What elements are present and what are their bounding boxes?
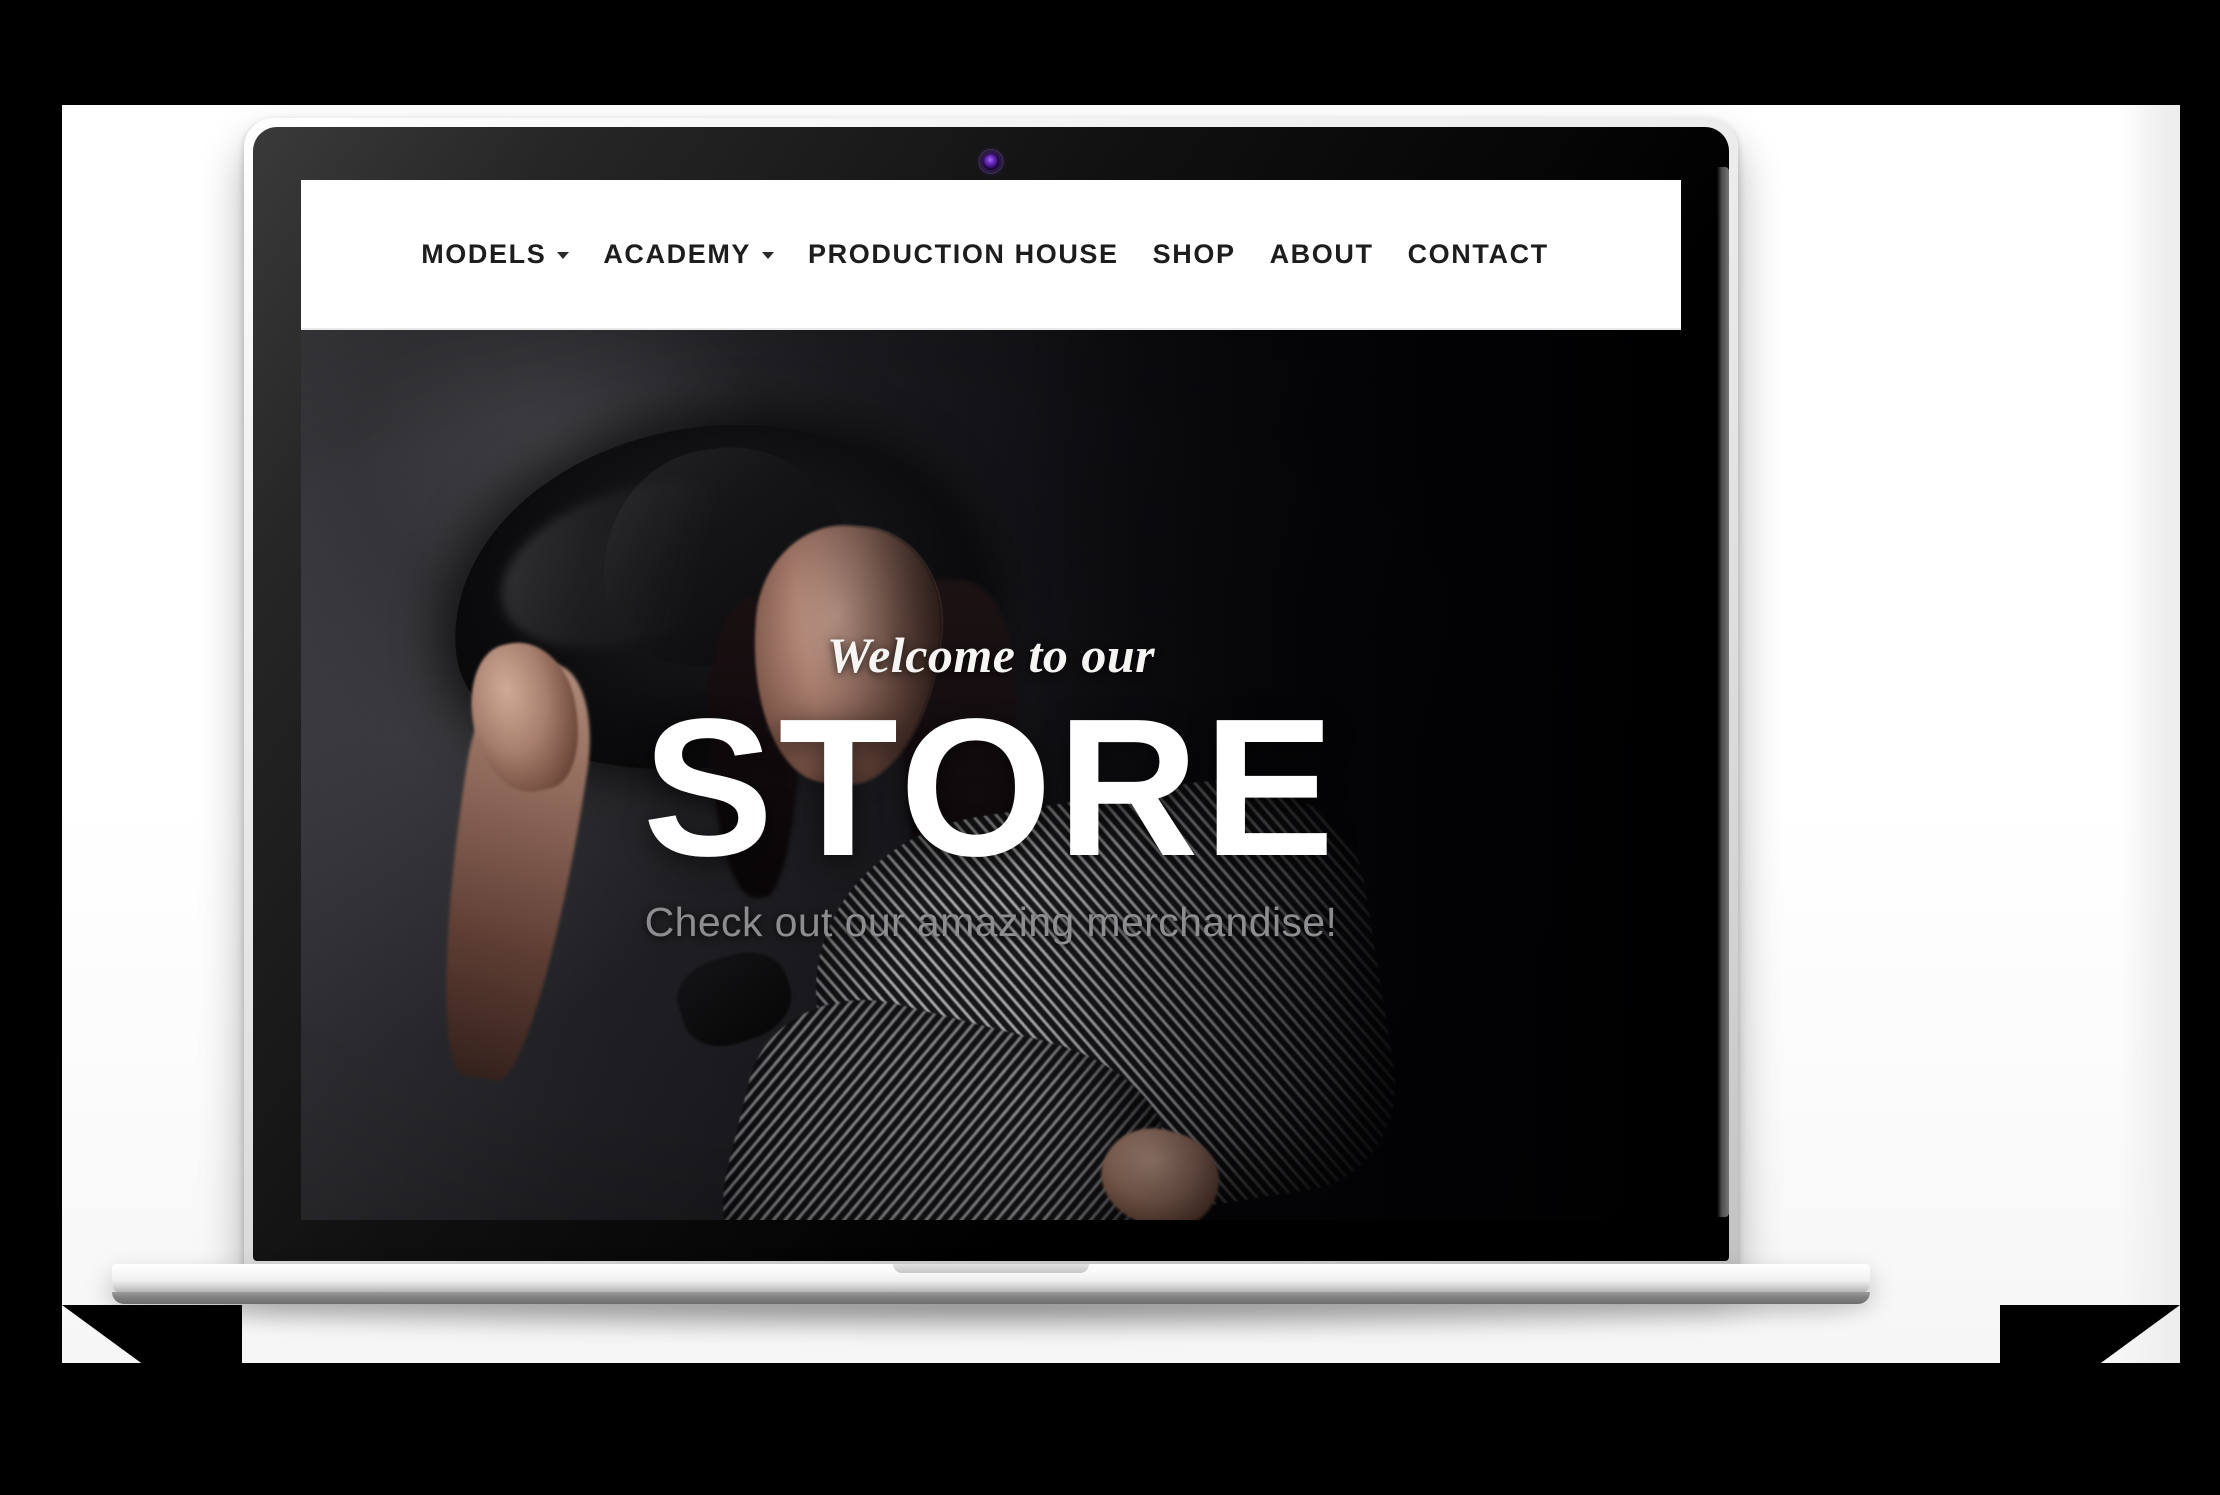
chevron-down-icon[interactable] xyxy=(557,252,570,259)
nav-item-label: PRODUCTION HOUSE xyxy=(808,238,1119,269)
hero-title: STORE xyxy=(642,678,1340,898)
screenshot-canvas: MODELS ACADEMY PRODUCTION HOUSE SHOP ABO… xyxy=(0,0,2220,1495)
chevron-down-icon[interactable] xyxy=(762,252,775,259)
laptop-base-shadow xyxy=(144,1302,1838,1336)
nav-item-about[interactable]: ABOUT xyxy=(1253,239,1391,270)
laptop-base-lip xyxy=(112,1292,1870,1304)
laptop-mockup: MODELS ACADEMY PRODUCTION HOUSE SHOP ABO… xyxy=(112,118,1870,1336)
laptop-base-notch xyxy=(893,1264,1089,1273)
nav-item-models[interactable]: MODELS xyxy=(404,239,586,270)
site-navigation-bar: MODELS ACADEMY PRODUCTION HOUSE SHOP ABO… xyxy=(301,180,1681,330)
nav-item-academy[interactable]: ACADEMY xyxy=(586,239,791,270)
laptop-lid: MODELS ACADEMY PRODUCTION HOUSE SHOP ABO… xyxy=(244,118,1738,1270)
laptop-screen: MODELS ACADEMY PRODUCTION HOUSE SHOP ABO… xyxy=(301,180,1681,1220)
nav-list: MODELS ACADEMY PRODUCTION HOUSE SHOP ABO… xyxy=(404,239,1566,270)
nav-item-label: SHOP xyxy=(1152,238,1236,269)
nav-item-label: MODELS xyxy=(421,238,547,269)
nav-item-label: ACADEMY xyxy=(603,238,752,269)
nav-item-contact[interactable]: CONTACT xyxy=(1391,239,1566,270)
webcam-indicator-icon xyxy=(982,153,1000,170)
bezel-right-edge xyxy=(1717,167,1729,1217)
nav-item-label: ABOUT xyxy=(1269,238,1374,269)
nav-item-shop[interactable]: SHOP xyxy=(1136,239,1253,270)
laptop-bezel: MODELS ACADEMY PRODUCTION HOUSE SHOP ABO… xyxy=(253,127,1729,1261)
hero-section: Welcome to our STORE Check out our amazi… xyxy=(301,330,1681,1220)
hero-eyebrow: Welcome to our xyxy=(826,627,1156,684)
nav-item-production-house[interactable]: PRODUCTION HOUSE xyxy=(791,239,1136,270)
hero-subtitle: Check out our amazing merchandise! xyxy=(644,898,1338,945)
hero-copy: Welcome to our STORE Check out our amazi… xyxy=(301,330,1681,1220)
nav-item-label: CONTACT xyxy=(1407,238,1549,269)
